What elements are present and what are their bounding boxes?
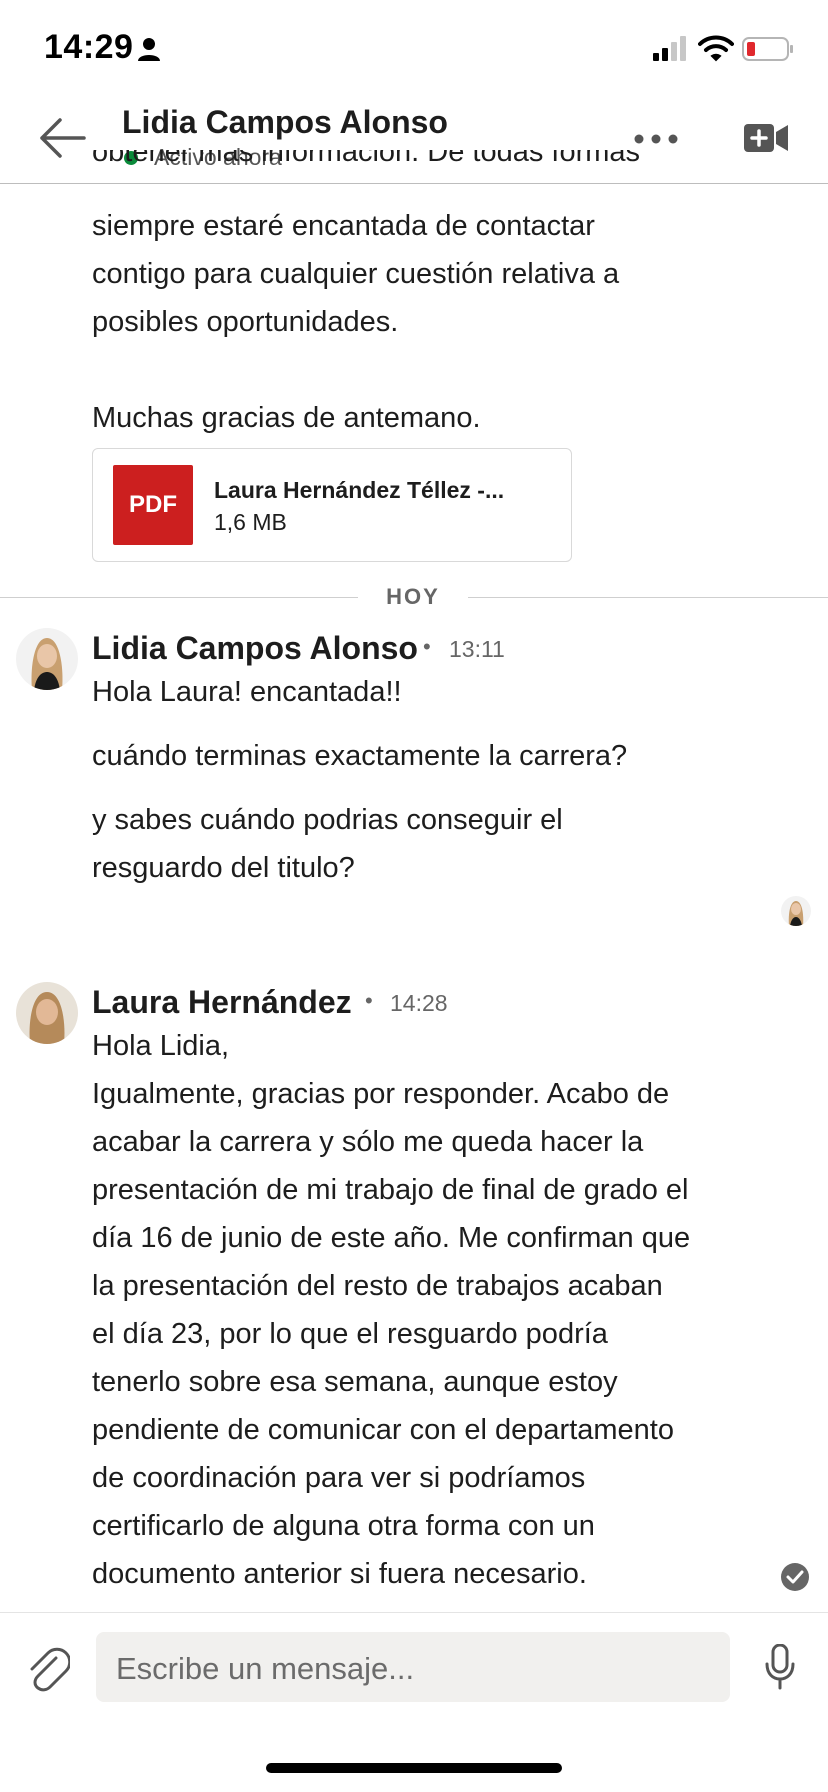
pdf-attachment[interactable]: PDF Laura Hernández Téllez -... 1,6 MB [92,448,572,562]
message-input-placeholder: Escribe un mensaje... [116,1651,415,1686]
message-line: Hola Laura! encantada!! [92,676,402,708]
more-horizontal-icon[interactable] [634,130,678,148]
attachment-name: Laura Hernández Téllez -... [214,477,505,503]
check-circle-icon [781,1563,809,1591]
battery-icon [742,37,793,61]
microphone-icon[interactable] [764,1644,796,1690]
paperclip-icon[interactable] [26,1644,70,1692]
message-input[interactable]: Escribe un mensaje... [96,1632,730,1702]
time-separator-dot: • [365,988,373,1013]
contact-name[interactable]: Lidia Campos Alonso [122,104,448,141]
day-separator-line-left [0,597,358,598]
earlier-message-text: siempre estaré encantada de contactar co… [92,210,620,434]
message-line: cuándo terminas exactamente la carrera? [92,740,628,772]
person-icon [138,38,160,61]
avatar-laura[interactable] [16,982,78,1044]
time-separator-dot: • [423,634,431,659]
sender-name[interactable]: Laura Hernández [92,984,352,1021]
back-arrow-icon[interactable] [38,116,86,160]
message-time: 13:11 [449,636,505,662]
wifi-icon [698,35,734,62]
avatar-lidia[interactable] [16,628,78,690]
composer-divider [0,1612,828,1613]
attachment-size: 1,6 MB [214,509,287,535]
home-indicator [266,1763,562,1773]
status-time: 14:29 [44,28,134,66]
message-body: Hola Lidia, Igualmente, gracias por resp… [92,1030,691,1590]
message-time: 14:28 [390,990,448,1016]
day-separator-line-right [468,597,828,598]
clipped-message-line: obtener más información. De todas formas [92,150,641,168]
message-line: y sabes cuándo podrias conseguir el resg… [92,804,563,884]
read-receipt-avatar [781,896,811,926]
day-separator: HOY [386,584,440,609]
cellular-signal-icon [653,36,686,61]
sender-name[interactable]: Lidia Campos Alonso [92,630,418,667]
pdf-icon: PDF [113,465,193,545]
